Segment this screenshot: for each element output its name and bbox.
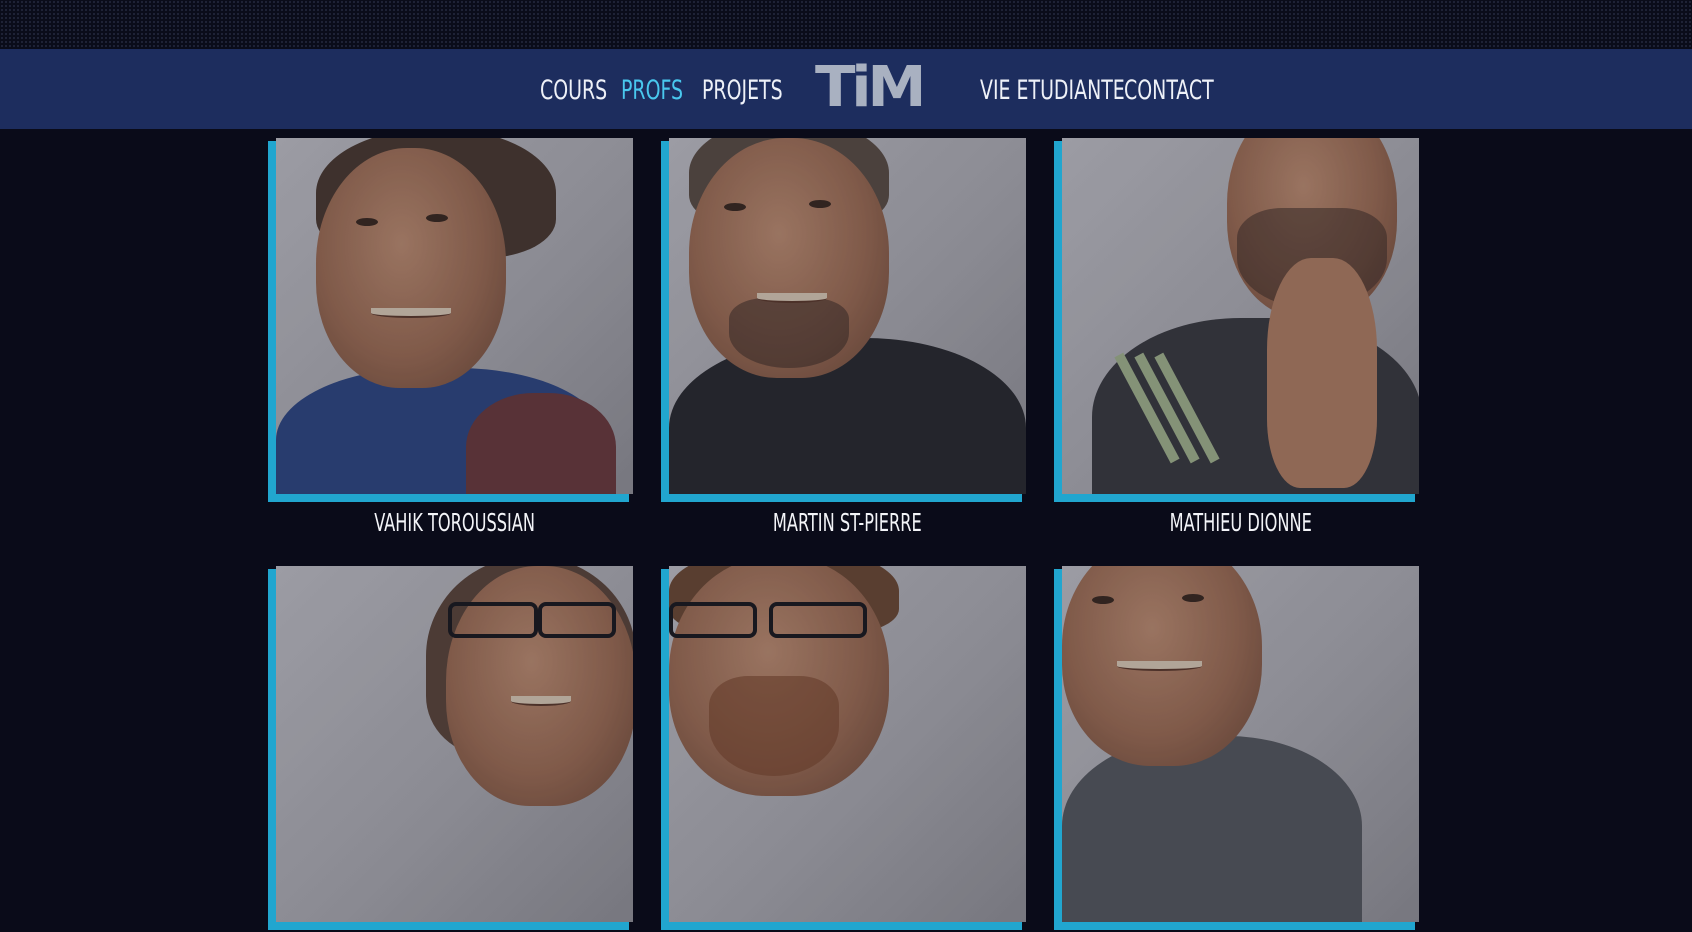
professor-card[interactable] <box>661 566 1026 932</box>
tim-logo[interactable]: TiM <box>815 58 926 118</box>
professor-photo <box>1062 566 1419 922</box>
professor-card[interactable] <box>661 138 1026 504</box>
professor-photo <box>276 138 633 494</box>
main-navbar: COURS PROFS PROJETS TiM VIE ETUDIANTE CO… <box>0 49 1692 129</box>
logo-text: TiM <box>815 55 926 120</box>
professor-name: VAHIK TOROUSSIAN <box>374 508 535 537</box>
nav-link-vie-etudiante[interactable]: VIE ETUDIANTE <box>980 49 1125 129</box>
nav-link-contact[interactable]: CONTACT <box>1124 49 1214 129</box>
professor-card[interactable] <box>268 138 633 504</box>
professor-photo <box>669 566 1026 922</box>
nav-link-cours[interactable]: COURS <box>540 49 607 129</box>
professor-card[interactable] <box>1054 566 1419 932</box>
professor-name: MATHIEU DIONNE <box>1169 508 1312 537</box>
professor-card[interactable] <box>268 566 633 932</box>
nav-link-profs[interactable]: PROFS <box>621 49 683 129</box>
professor-photo <box>669 138 1026 494</box>
professor-photo <box>276 566 633 922</box>
professor-card[interactable] <box>1054 138 1419 504</box>
professor-name: MARTIN ST-PIERRE <box>773 508 922 537</box>
professor-photo <box>1062 138 1419 494</box>
top-pattern-strip <box>0 0 1692 49</box>
nav-link-projets[interactable]: PROJETS <box>702 49 783 129</box>
